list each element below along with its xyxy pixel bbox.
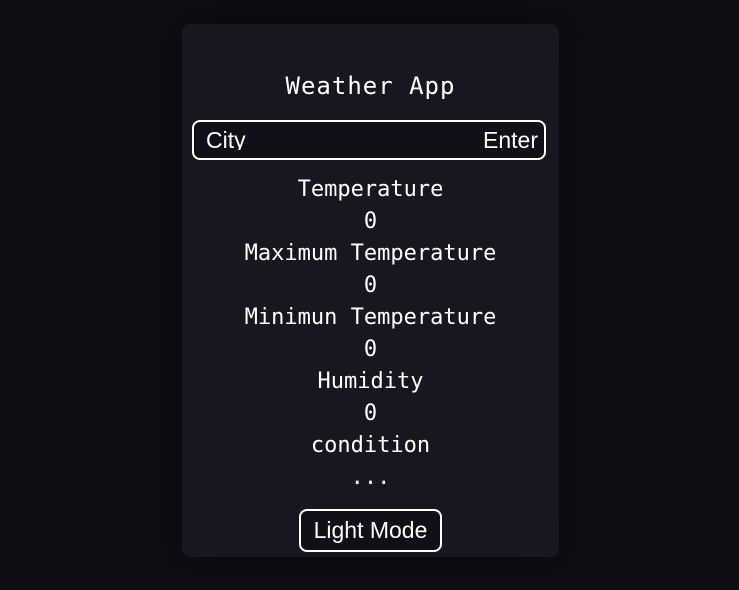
max-temperature-label: Maximum Temperature xyxy=(244,241,497,266)
weather-stats: Temperature 0 Maximum Temperature 0 Mini… xyxy=(182,174,559,494)
max-temperature-value: 0 xyxy=(363,273,378,298)
temperature-value: 0 xyxy=(363,209,378,234)
min-temperature-value: 0 xyxy=(363,337,378,362)
city-input[interactable] xyxy=(206,130,446,150)
temperature-label: Temperature xyxy=(297,177,444,202)
humidity-value: 0 xyxy=(363,401,378,426)
weather-card: Weather App Enter Temperature 0 Maximum … xyxy=(182,24,559,557)
search-bar: Enter xyxy=(192,120,546,160)
condition-label: condition xyxy=(310,433,431,458)
light-mode-button[interactable]: Light Mode xyxy=(299,509,442,552)
enter-button[interactable]: Enter xyxy=(481,125,540,155)
condition-value: ... xyxy=(350,465,391,490)
humidity-label: Humidity xyxy=(317,369,424,394)
app-title: Weather App xyxy=(285,72,456,100)
min-temperature-label: Minimun Temperature xyxy=(244,305,497,330)
